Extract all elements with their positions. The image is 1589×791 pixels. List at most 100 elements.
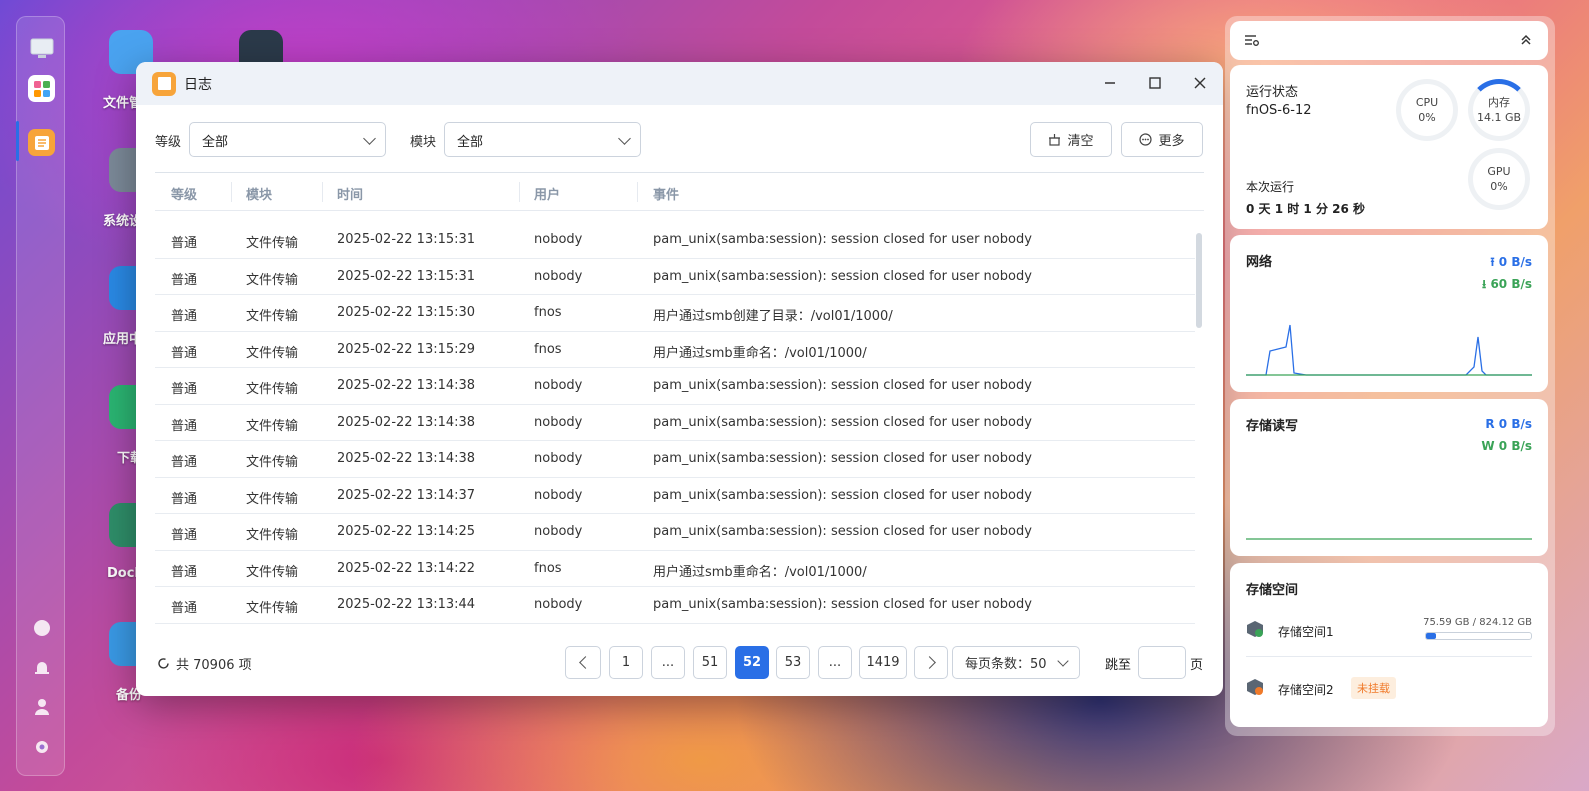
- cell-module: 文件传输: [246, 382, 299, 397]
- monitor-icon[interactable]: [28, 35, 55, 62]
- cell-level: 普通: [171, 382, 198, 397]
- gear-icon[interactable]: [28, 733, 55, 760]
- cell-time: 2025-02-22 13:15:31: [337, 232, 476, 247]
- storage-pool-warning-icon: [1247, 679, 1263, 695]
- table-row[interactable]: 普通 文件传输 2025-02-22 13:15:30 fnos 用户通过smb创建了目…: [155, 295, 1195, 332]
- read-rate: R 0 B/s: [1485, 417, 1532, 431]
- page-button[interactable]: 1419: [859, 646, 907, 679]
- dock-active-indicator: [16, 121, 19, 161]
- storage-pool-usage: 75.59 GB / 824.12 GB: [1423, 617, 1532, 628]
- user-icon[interactable]: [28, 693, 55, 720]
- column-header-time[interactable]: 时间: [337, 184, 363, 203]
- page-button[interactable]: 1: [609, 646, 643, 679]
- widget-toolbar: [1230, 21, 1548, 60]
- table-row[interactable]: 普通 文件传输 2025-02-22 13:14:38 nobody pam_unix(…: [155, 405, 1195, 441]
- cell-module: 文件传输: [246, 236, 299, 251]
- level-select[interactable]: 全部: [189, 122, 386, 157]
- filter-bar: 等级 全部 模块 全部 清空 更多: [155, 122, 1204, 158]
- network-icon[interactable]: [28, 614, 55, 641]
- cell-module: 文件传输: [246, 528, 299, 543]
- gpu-gauge: GPU 0%: [1468, 148, 1530, 210]
- cell-time: 2025-02-22 13:13:44: [337, 597, 476, 612]
- table-header: 等级 模块 时间 用户 事件: [155, 173, 1204, 211]
- next-page-button[interactable]: [914, 646, 948, 679]
- bell-icon[interactable]: [28, 654, 55, 681]
- module-select[interactable]: 全部: [444, 122, 641, 157]
- cell-event: pam_unix(samba:session): session closed …: [653, 487, 1032, 503]
- cell-event: pam_unix(samba:session): session closed …: [653, 597, 1032, 612]
- cell-level: 普通: [171, 418, 198, 434]
- write-rate: W 0 B/s: [1481, 439, 1532, 453]
- table-row[interactable]: 普通 文件传输 2025-02-22 13:14:38 nobody pam_unix(…: [155, 368, 1195, 405]
- cell-level: 普通: [171, 455, 198, 470]
- cell-level: 普通: [171, 272, 198, 288]
- page-button[interactable]: 51: [693, 646, 727, 679]
- jump-page-input[interactable]: [1138, 646, 1186, 679]
- log-app-icon[interactable]: [28, 129, 55, 156]
- status-title: 运行状态: [1246, 85, 1299, 100]
- cell-user: fnos: [534, 341, 562, 357]
- network-card: 网络 ⭱ 0 B/s ⭳ 60 B/s: [1230, 235, 1548, 392]
- storage-pool-icon: [1247, 621, 1263, 637]
- page-ellipsis[interactable]: ...: [651, 646, 685, 679]
- storage-pool-name[interactable]: 存储空间2: [1278, 681, 1334, 698]
- cpu-label: CPU: [1415, 96, 1439, 109]
- log-icon: [152, 71, 176, 96]
- hostname: fnOS-6-12: [1246, 103, 1312, 118]
- refresh-icon[interactable]: [157, 657, 170, 670]
- level-select-value: 全部: [202, 135, 229, 150]
- uptime-value: 0 天 1 时 1 分 26 秒: [1246, 202, 1365, 216]
- column-header-module[interactable]: 模块: [246, 184, 272, 203]
- cell-module: 文件传输: [246, 418, 299, 434]
- cell-user: nobody: [534, 232, 583, 247]
- download-rate-value: 60 B/s: [1490, 277, 1532, 291]
- table-row[interactable]: 普通 文件传输 2025-02-22 13:14:25 nobody pam_unix(…: [155, 514, 1195, 551]
- cell-module: 文件传输: [246, 601, 299, 616]
- network-title: 网络: [1246, 255, 1273, 270]
- table-row[interactable]: 普通 文件传输 2025-02-22 13:15:31 nobody pam_unix(…: [155, 259, 1195, 295]
- cell-user: nobody: [534, 487, 583, 503]
- table-row[interactable]: 普通 文件传输 2025-02-22 13:14:22 fnos 用户通过smb重命名：…: [155, 551, 1195, 587]
- clear-button[interactable]: 清空: [1030, 122, 1112, 157]
- jump-suffix: 页: [1190, 658, 1204, 673]
- table-row[interactable]: 普通 文件传输 2025-02-22 13:15:29 fnos 用户通过smb重命名：…: [155, 332, 1195, 368]
- widget-settings-icon[interactable]: [1244, 33, 1260, 47]
- maximize-button[interactable]: [1144, 72, 1166, 94]
- table-row[interactable]: 普通 文件传输 2025-02-22 13:13:44 nobody pam_unix(…: [155, 587, 1195, 624]
- more-button[interactable]: 更多: [1121, 122, 1203, 157]
- apps-grid-icon[interactable]: [28, 75, 55, 102]
- table-row[interactable]: 普通 文件传输 2025-02-22 13:14:38 nobody pam_unix(…: [155, 441, 1195, 478]
- column-header-user[interactable]: 用户: [534, 184, 560, 203]
- level-label: 等级: [155, 135, 182, 150]
- table-row[interactable]: 普通 文件传输 2025-02-22 13:15:31 nobody pam_unix(…: [155, 222, 1195, 259]
- download-rate: ⭳ 60 B/s: [1482, 275, 1532, 296]
- cell-time: 2025-02-22 13:14:37: [337, 487, 476, 503]
- gpu-value: 0%: [1490, 180, 1508, 193]
- page-size-select[interactable]: 每页条数：50: [952, 646, 1080, 679]
- cell-time: 2025-02-22 13:14:38: [337, 414, 476, 430]
- network-graph: [1246, 324, 1532, 376]
- minimize-button[interactable]: [1099, 72, 1121, 94]
- clear-icon: [1049, 134, 1061, 146]
- column-header-event[interactable]: 事件: [653, 184, 679, 203]
- close-button[interactable]: [1189, 72, 1211, 94]
- page-ellipsis[interactable]: ...: [818, 646, 852, 679]
- table-scrollbar[interactable]: [1196, 233, 1202, 328]
- more-label: 更多: [1158, 134, 1185, 149]
- cpu-value: 0%: [1418, 111, 1436, 124]
- collapse-icon[interactable]: [1520, 34, 1532, 46]
- current-page-button[interactable]: 52: [735, 646, 769, 679]
- cell-time: 2025-02-22 13:14:22: [337, 560, 476, 576]
- title-bar[interactable]: 日志: [136, 62, 1223, 105]
- table-row[interactable]: 普通 文件传输 2025-02-22 13:14:37 nobody pam_unix(…: [155, 478, 1195, 514]
- cell-user: fnos: [534, 305, 562, 320]
- page-button[interactable]: 53: [776, 646, 810, 679]
- chevron-down-icon: [1057, 655, 1069, 667]
- jump-label: 跳至: [1105, 658, 1132, 673]
- cell-event: pam_unix(samba:session): session closed …: [653, 232, 1032, 247]
- column-header-level[interactable]: 等级: [171, 184, 197, 203]
- storage-usage-bar: [1425, 632, 1532, 640]
- prev-page-button[interactable]: [565, 646, 601, 679]
- storage-pool-name[interactable]: 存储空间1: [1278, 623, 1334, 640]
- cell-time: 2025-02-22 13:15:30: [337, 305, 476, 320]
